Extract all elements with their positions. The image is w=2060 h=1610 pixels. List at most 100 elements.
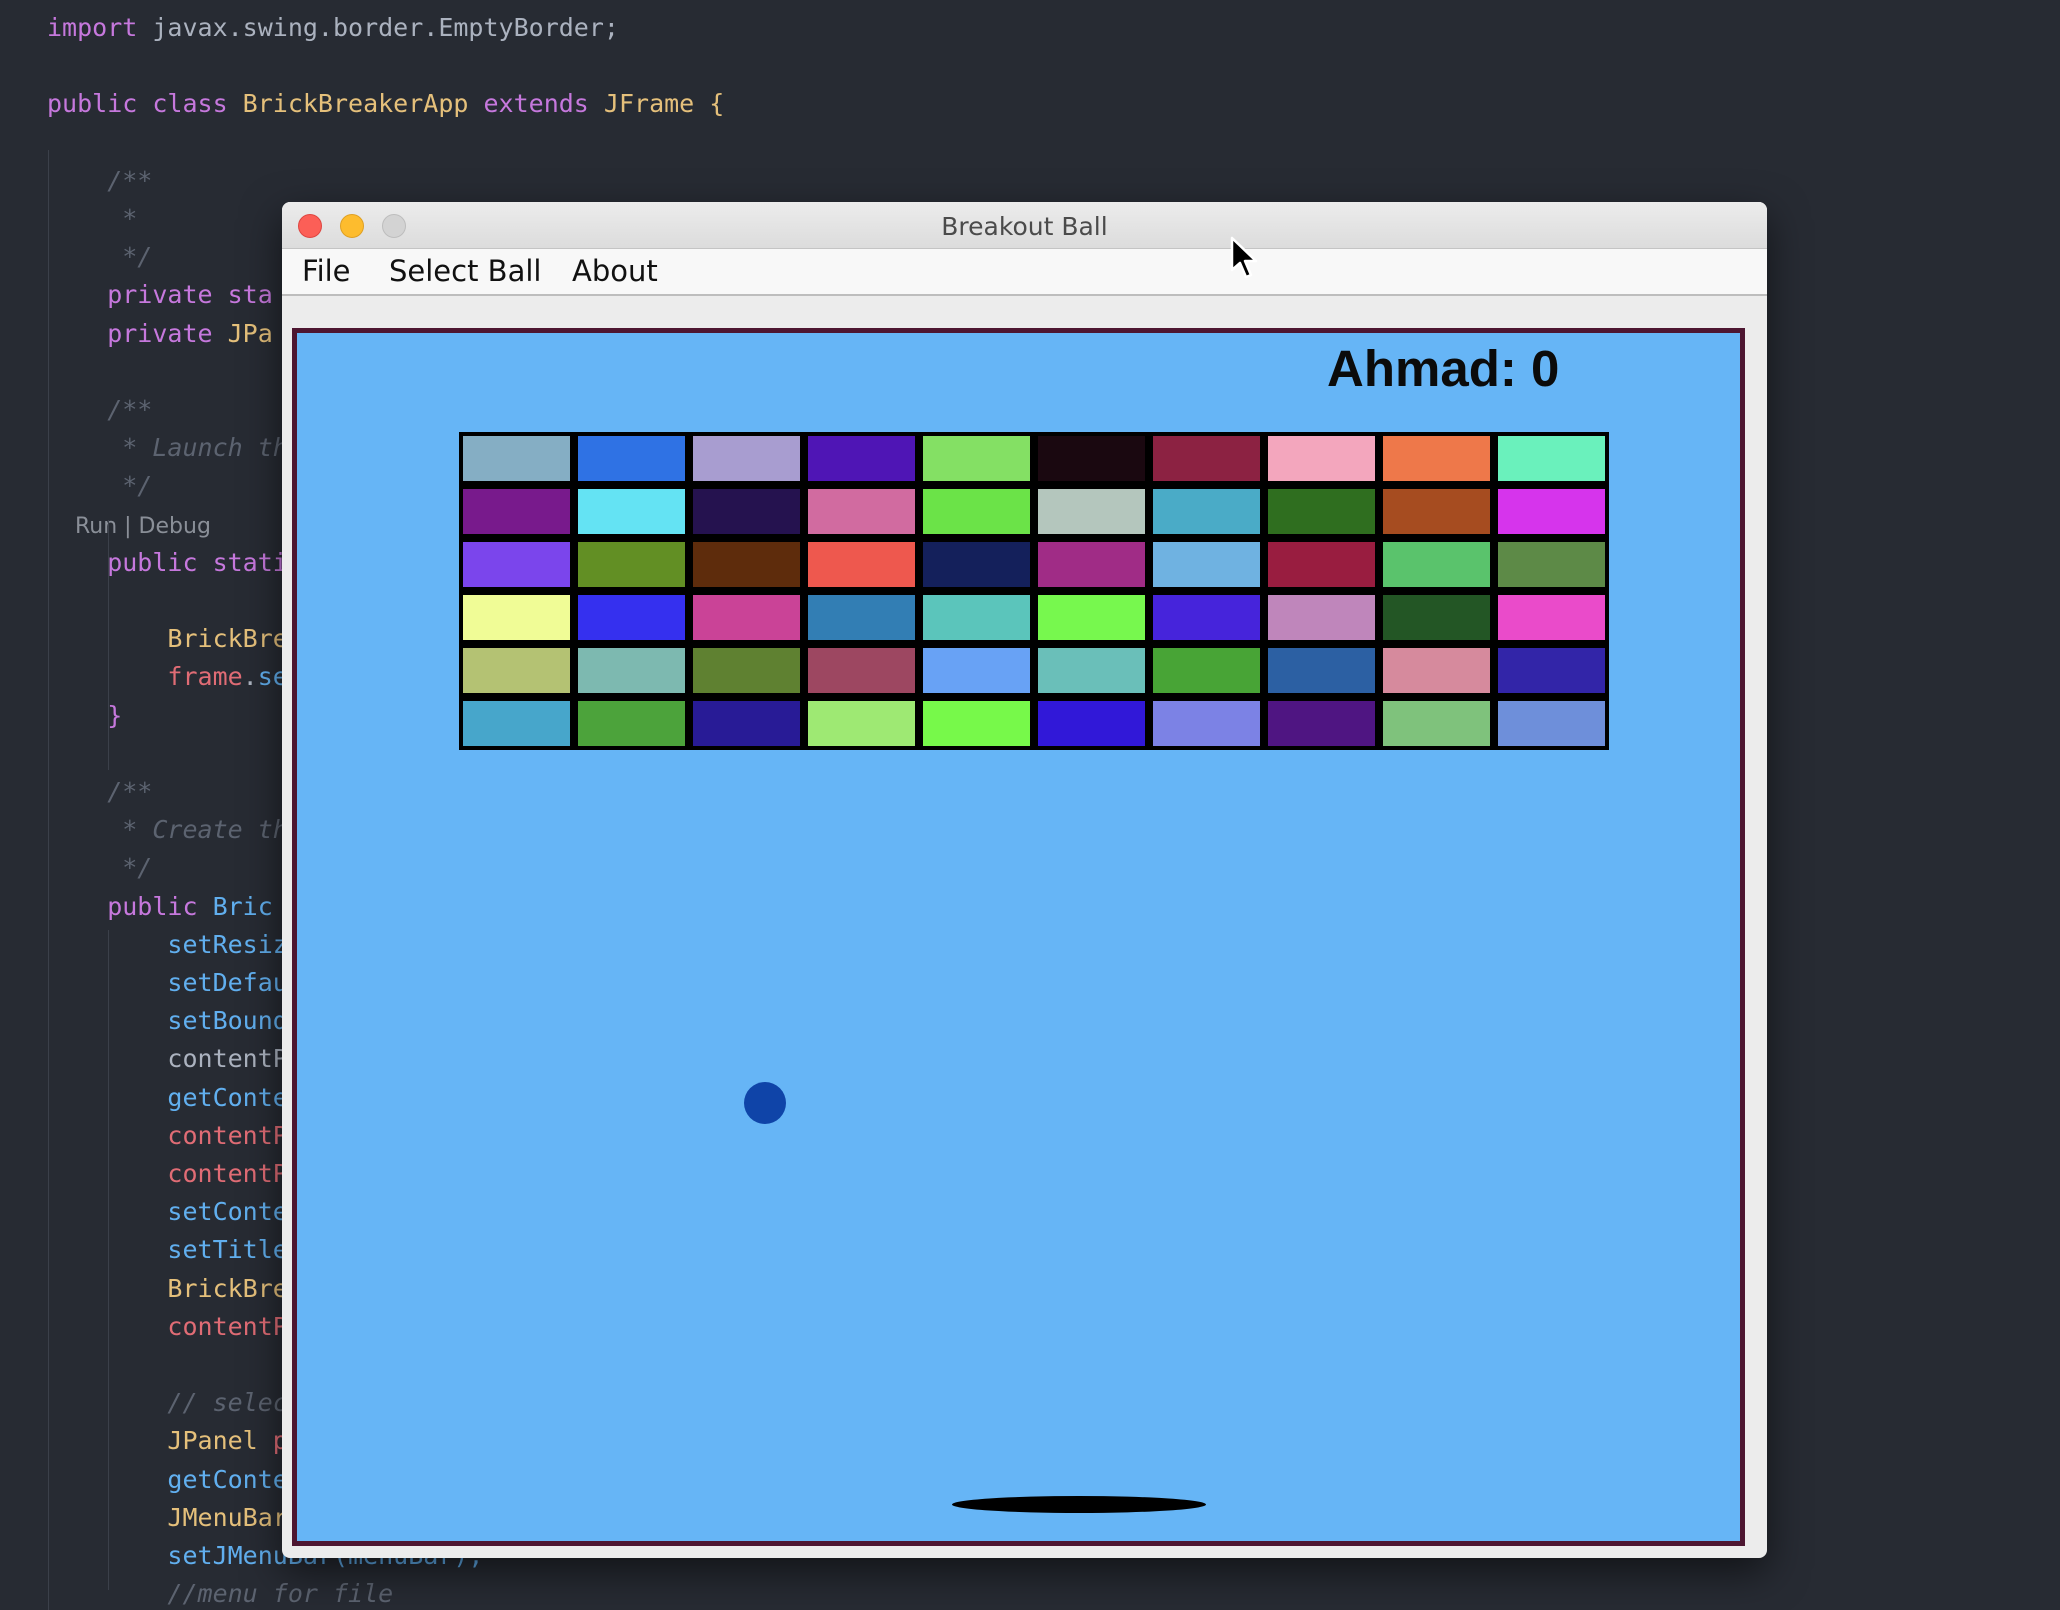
brick xyxy=(1034,485,1149,538)
code-token: JPanel xyxy=(47,1426,273,1455)
menu-bar: File Select Ball About xyxy=(282,249,1767,296)
code-line: * Create th xyxy=(47,815,288,845)
brick xyxy=(459,644,574,697)
brick xyxy=(1494,591,1609,644)
code-line: frame.se xyxy=(47,662,287,692)
menu-file[interactable]: File xyxy=(302,254,351,288)
brick xyxy=(1149,644,1264,697)
brick xyxy=(1264,485,1379,538)
code-token: contentP xyxy=(47,1312,288,1341)
brick xyxy=(1379,485,1494,538)
code-token: /** xyxy=(47,166,153,195)
code-line: JMenuBar xyxy=(47,1503,287,1533)
code-line: getConte xyxy=(47,1083,287,1113)
brick xyxy=(1264,697,1379,750)
code-token: * xyxy=(47,204,138,233)
code-line: contentP xyxy=(47,1312,288,1342)
code-line: JPanel p xyxy=(47,1426,287,1456)
brick xyxy=(804,432,919,485)
code-line: BrickBre xyxy=(47,1274,288,1304)
code-line: } xyxy=(47,701,122,731)
menu-about[interactable]: About xyxy=(572,254,658,288)
code-token: // selec xyxy=(47,1388,288,1417)
code-token: getConte xyxy=(47,1465,288,1494)
code-line: getConte xyxy=(47,1465,288,1495)
code-token: JPa xyxy=(227,319,273,348)
code-token: setBound xyxy=(47,1006,288,1035)
brick xyxy=(1379,644,1494,697)
brick xyxy=(1379,697,1494,750)
menu-select-ball[interactable]: Select Ball xyxy=(389,254,541,288)
indent-guide xyxy=(108,930,109,1590)
code-line: /** xyxy=(47,166,152,196)
code-line: //menu for file xyxy=(47,1579,393,1609)
game-board[interactable]: Ahmad: 0 xyxy=(292,328,1745,1546)
code-token: setTitle xyxy=(47,1235,288,1264)
code-token: import xyxy=(47,13,153,42)
code-token: public xyxy=(47,89,153,118)
ball xyxy=(744,1082,786,1124)
brick xyxy=(574,697,689,750)
code-token: setConte xyxy=(47,1197,288,1226)
code-line: Run | Debug xyxy=(47,510,211,542)
code-token: { xyxy=(709,89,725,118)
code-token: private xyxy=(47,280,228,309)
brick xyxy=(1149,432,1264,485)
brick xyxy=(1034,697,1149,750)
brick xyxy=(1379,538,1494,591)
brick xyxy=(1379,432,1494,485)
brick xyxy=(1034,538,1149,591)
brick xyxy=(459,538,574,591)
code-line: /** xyxy=(47,777,152,807)
code-line: import javax.swing.border.EmptyBorder; xyxy=(47,13,619,43)
brick xyxy=(574,591,689,644)
code-token: /** xyxy=(47,777,153,806)
brick xyxy=(459,485,574,538)
paddle[interactable] xyxy=(952,1496,1206,1513)
brick xyxy=(1034,591,1149,644)
mouse-cursor-icon xyxy=(1230,236,1258,279)
brick xyxy=(1034,644,1149,697)
code-line: * Launch th xyxy=(47,433,288,463)
brick xyxy=(919,697,1034,750)
code-token: . xyxy=(242,662,258,691)
code-token: setDefau xyxy=(47,968,288,997)
brick xyxy=(459,432,574,485)
code-token: BrickBreakerApp xyxy=(242,89,484,118)
code-line: setBound xyxy=(47,1006,288,1036)
code-token: BrickBre xyxy=(47,1274,288,1303)
brick xyxy=(804,697,919,750)
code-token: */ xyxy=(47,242,153,271)
code-token: contentP xyxy=(47,1044,288,1073)
brick xyxy=(689,591,804,644)
code-token: setResiz xyxy=(47,930,288,959)
title-bar[interactable]: Breakout Ball xyxy=(282,202,1767,249)
code-lens-run-debug[interactable]: Run | Debug xyxy=(47,514,211,539)
brick xyxy=(804,485,919,538)
brick xyxy=(689,697,804,750)
code-token: stati xyxy=(212,548,288,577)
brick xyxy=(1264,591,1379,644)
code-token: public xyxy=(47,548,213,577)
code-line: public stati xyxy=(47,548,288,578)
code-token: */ xyxy=(47,853,153,882)
brick xyxy=(1149,485,1264,538)
code-token: extends xyxy=(483,89,604,118)
code-token: sta xyxy=(227,280,273,309)
brick xyxy=(1264,644,1379,697)
brick xyxy=(1034,432,1149,485)
indent-guide xyxy=(108,520,109,770)
brick xyxy=(919,644,1034,697)
brick xyxy=(804,644,919,697)
brick xyxy=(689,432,804,485)
code-token: private xyxy=(47,319,228,348)
code-line: */ xyxy=(47,853,152,883)
brick xyxy=(1264,538,1379,591)
code-line: setConte xyxy=(47,1197,288,1227)
brick xyxy=(689,644,804,697)
brick xyxy=(1494,432,1609,485)
code-token: /** xyxy=(47,395,153,424)
brick xyxy=(1149,538,1264,591)
brick xyxy=(459,591,574,644)
code-token: * Create th xyxy=(47,815,288,844)
